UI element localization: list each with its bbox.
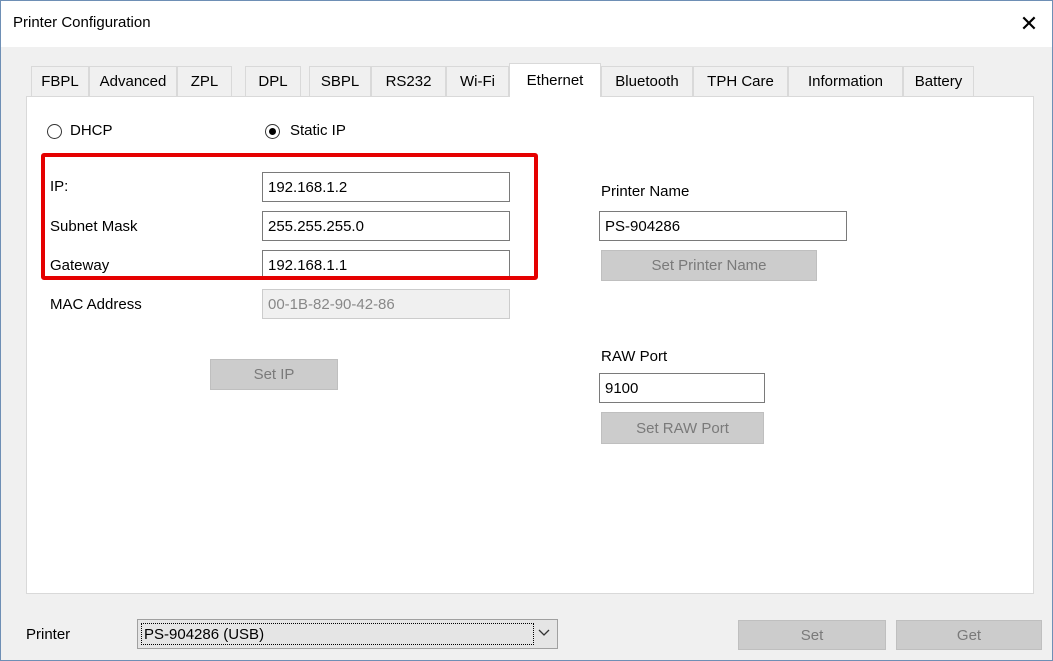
close-button[interactable]: ✕ [1006,1,1052,47]
set-button[interactable]: Set [738,620,886,650]
tab-label: Advanced [99,73,167,90]
set-printer-name-label: Set Printer Name [651,257,767,274]
tab-label: SBPL [320,73,360,90]
set-raw-port-button[interactable]: Set RAW Port [601,412,764,444]
set-ip-button[interactable]: Set IP [210,359,338,390]
tab-bluetooth[interactable]: Bluetooth [601,66,693,96]
raw-port-value: 9100 [605,379,639,397]
raw-port-field[interactable]: 9100 [599,373,765,403]
mac-address-field: 00-1B-82-90-42-86 [262,289,510,319]
printer-select[interactable]: PS-904286 (USB) [137,619,558,649]
tab-fbpl[interactable]: FBPL [31,66,89,96]
set-ip-label: Set IP [253,366,295,383]
tab-label: Ethernet [526,72,584,89]
ethernet-panel [26,96,1034,594]
set-raw-port-label: Set RAW Port [636,419,729,437]
tab-ethernet[interactable]: Ethernet [509,63,601,97]
tab-label: FBPL [41,73,79,90]
dhcp-label: DHCP [70,122,113,139]
static-ip-radio[interactable] [265,124,280,139]
tab-advanced[interactable]: Advanced [89,66,177,96]
chevron-down-icon [538,629,550,636]
mac-address-value: 00-1B-82-90-42-86 [268,295,395,313]
tab-battery[interactable]: Battery [903,66,974,96]
get-label: Get [956,626,982,644]
gateway-field[interactable]: 192.168.1.1 [262,250,510,280]
static-ip-label: Static IP [290,122,346,139]
printer-label: Printer [26,626,71,643]
get-button[interactable]: Get [896,620,1042,650]
printer-name-label: Printer Name [601,183,690,200]
ip-label: IP: [50,178,69,195]
tab-zpl[interactable]: ZPL [177,66,232,96]
tab-label: Information [807,73,884,90]
raw-port-label: RAW Port [601,348,668,365]
tab-label: Bluetooth [615,73,679,90]
title-bar: Printer Configuration ✕ [1,1,1052,47]
printer-name-field[interactable]: PS-904286 [599,211,847,241]
mac-address-label: MAC Address [50,296,142,313]
tab-information[interactable]: Information [788,66,903,96]
tab-dpl[interactable]: DPL [245,66,301,96]
tab-label: RS232 [385,73,432,90]
subnet-mask-field[interactable]: 255.255.255.0 [262,211,510,241]
tab-sbpl[interactable]: SBPL [309,66,371,96]
dhcp-radio[interactable] [47,124,62,139]
tab-label: Battery [914,73,963,90]
tab-tph-care[interactable]: TPH Care [693,66,788,96]
ip-field[interactable]: 192.168.1.2 [262,172,510,202]
tab-rs232[interactable]: RS232 [371,66,446,96]
close-icon: ✕ [1019,11,1039,36]
set-printer-name-button[interactable]: Set Printer Name [601,250,817,281]
window-title: Printer Configuration [13,14,151,31]
printer-selected-text: PS-904286 (USB) [144,625,265,643]
printer-select-value: PS-904286 (USB) [141,623,534,645]
gateway-value: 192.168.1.1 [268,256,348,274]
gateway-label: Gateway [50,257,110,274]
tab-wifi[interactable]: Wi-Fi [446,66,509,96]
ip-value: 192.168.1.2 [268,178,348,196]
subnet-mask-value: 255.255.255.0 [268,217,364,235]
tab-label: Wi-Fi [460,73,495,90]
tab-label: DPL [258,73,288,90]
tab-label: TPH Care [707,73,774,90]
set-label: Set [800,626,824,644]
tab-label: ZPL [190,73,219,90]
subnet-mask-label: Subnet Mask [50,218,138,235]
radio-selected-dot [269,128,276,135]
printer-name-value: PS-904286 [605,217,681,235]
